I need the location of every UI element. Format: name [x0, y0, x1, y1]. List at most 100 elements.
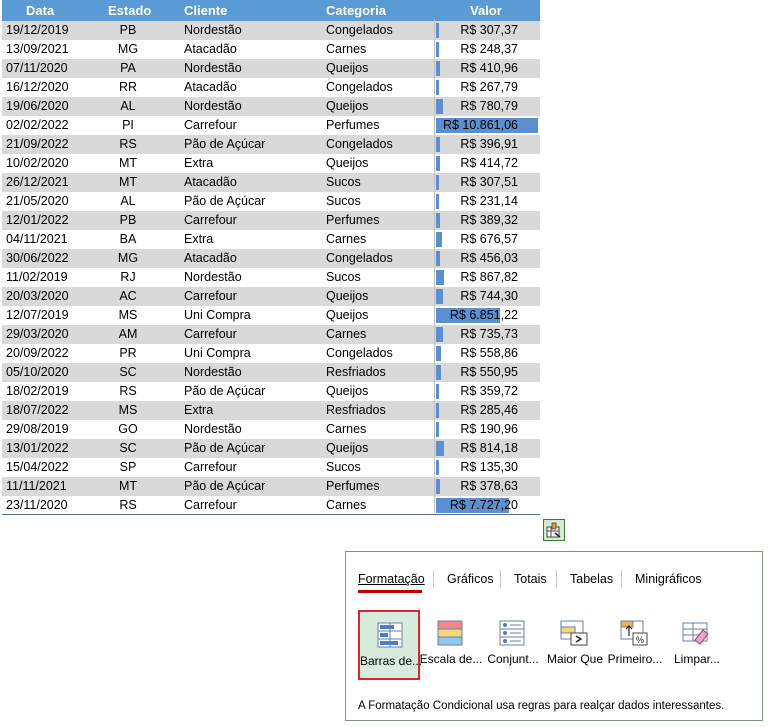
cell-categoria[interactable]: Carnes: [326, 498, 366, 512]
cell-estado[interactable]: AL: [108, 99, 148, 113]
cell-categoria[interactable]: Queijos: [326, 441, 368, 455]
table-row[interactable]: 12/01/2022 PB Carrefour Perfumes R$ 389,32: [2, 211, 540, 230]
cell-valor[interactable]: R$ 378,63: [434, 477, 540, 496]
tab-minigraficos[interactable]: Minigráficos: [635, 572, 702, 586]
cell-data[interactable]: 11/02/2019: [6, 270, 68, 284]
top-percent-button[interactable]: % Primeiro...: [604, 610, 664, 680]
cell-valor[interactable]: R$ 456,03: [434, 249, 540, 268]
cell-data[interactable]: 26/12/2021: [6, 175, 69, 189]
cell-categoria[interactable]: Sucos: [326, 270, 361, 284]
cell-estado[interactable]: MT: [108, 175, 148, 189]
cell-categoria[interactable]: Congelados: [326, 251, 393, 265]
cell-categoria[interactable]: Congelados: [326, 346, 393, 360]
cell-data[interactable]: 20/09/2022: [6, 346, 69, 360]
table-row[interactable]: 05/10/2020 SC Nordestão Resfriados R$ 550,95: [2, 363, 540, 382]
cell-estado[interactable]: RR: [108, 80, 148, 94]
cell-data[interactable]: 05/10/2020: [6, 365, 69, 379]
cell-valor[interactable]: R$ 867,82: [434, 268, 540, 287]
cell-cliente[interactable]: Pão de Açúcar: [184, 384, 265, 398]
cell-data[interactable]: 18/07/2022: [6, 403, 69, 417]
cell-categoria[interactable]: Sucos: [326, 460, 361, 474]
cell-valor[interactable]: R$ 248,37: [434, 40, 540, 59]
cell-cliente[interactable]: Nordestão: [184, 99, 242, 113]
cell-cliente[interactable]: Atacadão: [184, 80, 237, 94]
cell-valor[interactable]: R$ 190,96: [434, 420, 540, 439]
cell-categoria[interactable]: Queijos: [326, 384, 368, 398]
cell-valor[interactable]: R$ 735,73: [434, 325, 540, 344]
table-row[interactable]: 18/07/2022 MS Extra Resfriados R$ 285,46: [2, 401, 540, 420]
cell-valor[interactable]: R$ 307,51: [434, 173, 540, 192]
table-row[interactable]: 07/11/2020 PA Nordestão Queijos R$ 410,96: [2, 59, 540, 78]
table-row[interactable]: 10/02/2020 MT Extra Queijos R$ 414,72: [2, 154, 540, 173]
tab-totais[interactable]: Totais: [514, 572, 547, 586]
table-row[interactable]: 13/01/2022 SC Pão de Açúcar Queijos R$ 814,1…: [2, 439, 540, 458]
cell-cliente[interactable]: Carrefour: [184, 460, 237, 474]
cell-data[interactable]: 20/03/2020: [6, 289, 69, 303]
cell-categoria[interactable]: Perfumes: [326, 213, 380, 227]
cell-categoria[interactable]: Sucos: [326, 175, 361, 189]
table-row[interactable]: 21/05/2020 AL Pão de Açúcar Sucos R$ 231,14: [2, 192, 540, 211]
cell-data[interactable]: 11/11/2021: [6, 479, 67, 493]
cell-estado[interactable]: SP: [108, 460, 148, 474]
cell-valor[interactable]: R$ 814,18: [434, 439, 540, 458]
data-bars-button[interactable]: Barras de...: [358, 610, 422, 680]
cell-categoria[interactable]: Carnes: [326, 422, 366, 436]
cell-valor[interactable]: R$ 359,72: [434, 382, 540, 401]
cell-data[interactable]: 12/07/2019: [6, 308, 69, 322]
cell-valor[interactable]: R$ 558,86: [434, 344, 540, 363]
cell-estado[interactable]: MS: [108, 403, 148, 417]
cell-categoria[interactable]: Queijos: [326, 289, 368, 303]
cell-categoria[interactable]: Resfriados: [326, 365, 386, 379]
cell-cliente[interactable]: Extra: [184, 156, 213, 170]
cell-estado[interactable]: RS: [108, 498, 148, 512]
cell-cliente[interactable]: Pão de Açúcar: [184, 137, 265, 151]
cell-data[interactable]: 13/01/2022: [6, 441, 69, 455]
tab-tabelas[interactable]: Tabelas: [570, 572, 613, 586]
cell-data[interactable]: 04/11/2021: [6, 232, 68, 246]
cell-cliente[interactable]: Nordestão: [184, 365, 242, 379]
cell-estado[interactable]: PI: [108, 118, 148, 132]
cell-data[interactable]: 07/11/2020: [6, 61, 68, 75]
clear-format-button[interactable]: Limpar...: [666, 610, 726, 680]
cell-categoria[interactable]: Queijos: [326, 156, 368, 170]
cell-estado[interactable]: AC: [108, 289, 148, 303]
cell-valor[interactable]: R$ 414,72: [434, 154, 540, 173]
table-row[interactable]: 11/11/2021 MT Pão de Açúcar Perfumes R$ 378,…: [2, 477, 540, 496]
cell-categoria[interactable]: Congelados: [326, 80, 393, 94]
cell-valor[interactable]: R$ 7.727,20: [434, 496, 540, 515]
cell-data[interactable]: 29/08/2019: [6, 422, 69, 436]
table-row[interactable]: 13/09/2021 MG Atacadão Carnes R$ 248,37: [2, 40, 540, 59]
cell-valor[interactable]: R$ 231,14: [434, 192, 540, 211]
cell-cliente[interactable]: Nordestão: [184, 23, 242, 37]
quick-analysis-button[interactable]: [543, 519, 565, 541]
cell-estado[interactable]: MT: [108, 156, 148, 170]
cell-estado[interactable]: MS: [108, 308, 148, 322]
header-estado[interactable]: Estado: [108, 3, 151, 18]
cell-estado[interactable]: BA: [108, 232, 148, 246]
cell-cliente[interactable]: Extra: [184, 403, 213, 417]
cell-estado[interactable]: RJ: [108, 270, 148, 284]
cell-data[interactable]: 19/06/2020: [6, 99, 69, 113]
cell-data[interactable]: 18/02/2019: [6, 384, 69, 398]
cell-categoria[interactable]: Congelados: [326, 23, 393, 37]
cell-data[interactable]: 19/12/2019: [6, 23, 69, 37]
cell-categoria[interactable]: Perfumes: [326, 479, 380, 493]
cell-data[interactable]: 12/01/2022: [6, 213, 69, 227]
table-row[interactable]: 16/12/2020 RR Atacadão Congelados R$ 267,79: [2, 78, 540, 97]
cell-estado[interactable]: MT: [108, 479, 148, 493]
cell-valor[interactable]: R$ 10.861,06: [434, 116, 540, 135]
table-row[interactable]: 29/08/2019 GO Nordestão Carnes R$ 190,96: [2, 420, 540, 439]
cell-valor[interactable]: R$ 267,79: [434, 78, 540, 97]
table-row[interactable]: 19/12/2019 PB Nordestão Congelados R$ 307,37: [2, 21, 540, 40]
table-row[interactable]: 23/11/2020 RS Carrefour Carnes R$ 7.727,20: [2, 496, 540, 515]
cell-data[interactable]: 13/09/2021: [6, 42, 69, 56]
table-row[interactable]: 20/09/2022 PR Uni Compra Congelados R$ 558,8…: [2, 344, 540, 363]
cell-estado[interactable]: MG: [108, 42, 148, 56]
cell-data[interactable]: 10/02/2020: [6, 156, 69, 170]
cell-valor[interactable]: R$ 135,30: [434, 458, 540, 477]
tab-formatacao[interactable]: Formatação: [358, 572, 425, 586]
table-row[interactable]: 30/06/2022 MG Atacadão Congelados R$ 456,03: [2, 249, 540, 268]
cell-cliente[interactable]: Carrefour: [184, 498, 237, 512]
cell-estado[interactable]: AM: [108, 327, 148, 341]
cell-data[interactable]: 02/02/2022: [6, 118, 69, 132]
